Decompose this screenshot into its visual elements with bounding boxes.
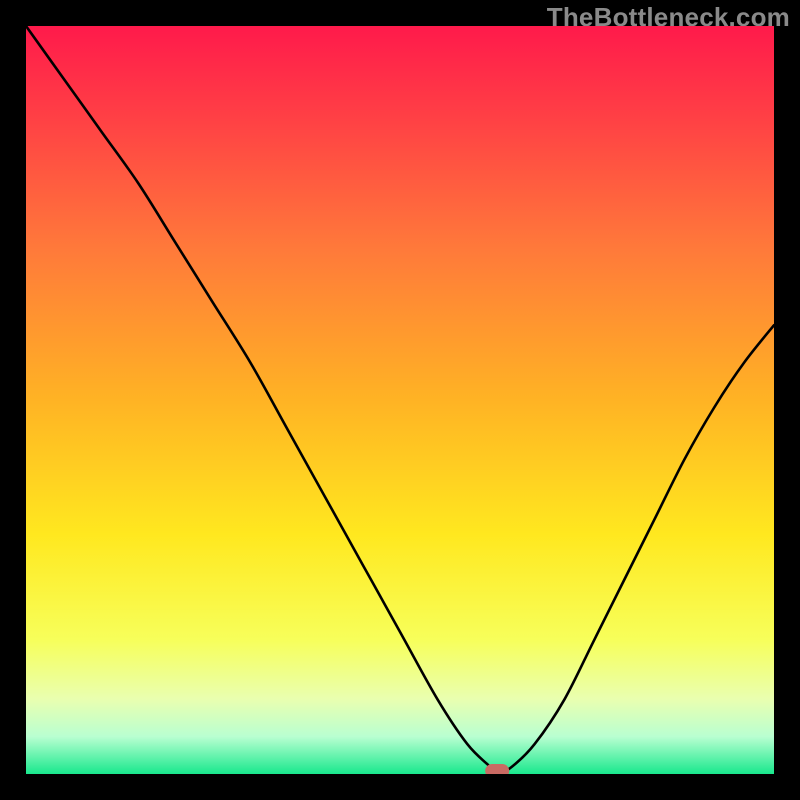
- chart-container: TheBottleneck.com: [0, 0, 800, 800]
- gradient-background: [26, 26, 774, 774]
- bottleneck-chart: [26, 26, 774, 774]
- optimal-point-marker: [485, 764, 509, 774]
